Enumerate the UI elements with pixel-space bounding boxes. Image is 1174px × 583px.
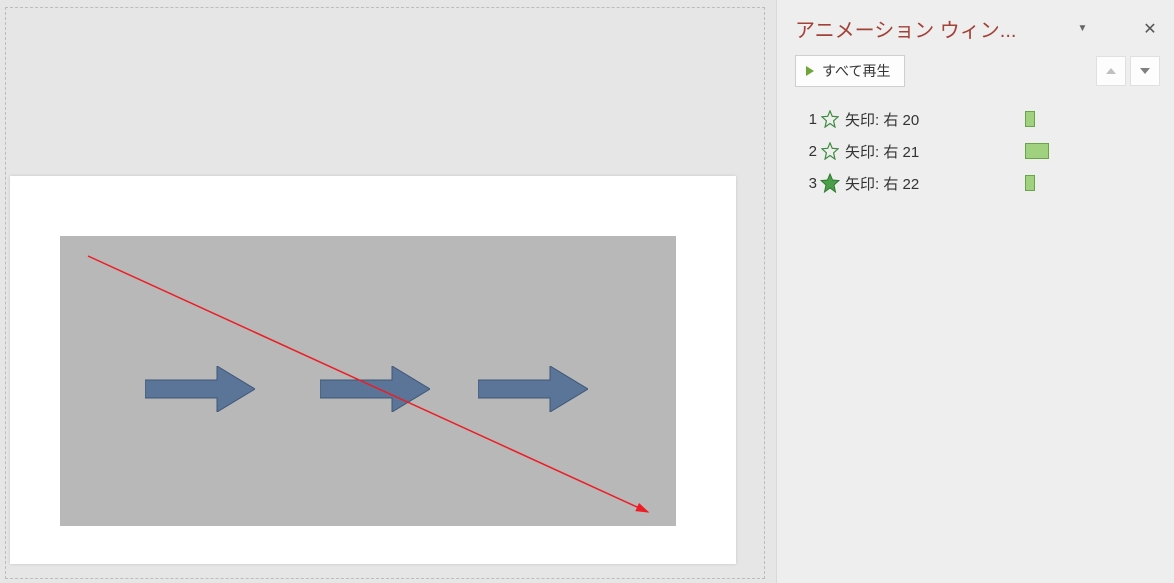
chevron-up-icon xyxy=(1106,68,1116,74)
animation-item[interactable]: 3 矢印: 右 22 xyxy=(795,169,1160,197)
animation-item[interactable]: 2 矢印: 右 21 xyxy=(795,137,1160,165)
slide-paper[interactable] xyxy=(10,176,736,564)
pane-menu-button[interactable]: ▼ xyxy=(1076,22,1090,36)
reorder-buttons xyxy=(1096,56,1160,86)
timing-bar[interactable] xyxy=(1025,175,1035,191)
slide-selection-frame xyxy=(6,8,764,578)
timing-track xyxy=(985,173,1160,193)
animation-label: 矢印: 右 20 xyxy=(845,109,985,130)
pane-close-button[interactable]: ✕ xyxy=(1140,19,1160,39)
motion-path-line[interactable] xyxy=(60,236,676,526)
animation-list: 1 矢印: 右 20 2 矢印: 右 21 xyxy=(795,105,1160,197)
animation-label: 矢印: 右 21 xyxy=(845,141,985,162)
animation-label: 矢印: 右 22 xyxy=(845,173,985,194)
animation-order: 2 xyxy=(801,143,817,160)
timing-bar[interactable] xyxy=(1025,143,1049,159)
play-all-label: すべて再生 xyxy=(822,61,890,81)
move-down-button[interactable] xyxy=(1130,56,1160,86)
pane-header: アニメーション ウィン... ▼ ✕ xyxy=(795,8,1160,43)
pane-toolbar: すべて再生 xyxy=(795,55,1160,87)
motion-path-icon xyxy=(819,140,841,162)
animation-item[interactable]: 1 矢印: 右 20 xyxy=(795,105,1160,133)
animation-pane: アニメーション ウィン... ▼ ✕ すべて再生 1 矢印: 右 20 xyxy=(776,0,1174,583)
slide-content-placeholder[interactable] xyxy=(60,236,676,526)
move-up-button[interactable] xyxy=(1096,56,1126,86)
motion-path-icon xyxy=(819,172,841,194)
chevron-down-icon xyxy=(1140,68,1150,74)
motion-path-icon xyxy=(819,108,841,130)
animation-order: 3 xyxy=(801,175,817,192)
timing-track xyxy=(985,109,1160,129)
timing-bar[interactable] xyxy=(1025,111,1035,127)
play-all-button[interactable]: すべて再生 xyxy=(795,55,905,87)
animation-order: 1 xyxy=(801,111,817,128)
timing-track xyxy=(985,141,1160,161)
pane-title: アニメーション ウィン... xyxy=(795,14,1065,43)
slide-canvas-area xyxy=(0,0,776,583)
play-icon xyxy=(806,66,814,76)
